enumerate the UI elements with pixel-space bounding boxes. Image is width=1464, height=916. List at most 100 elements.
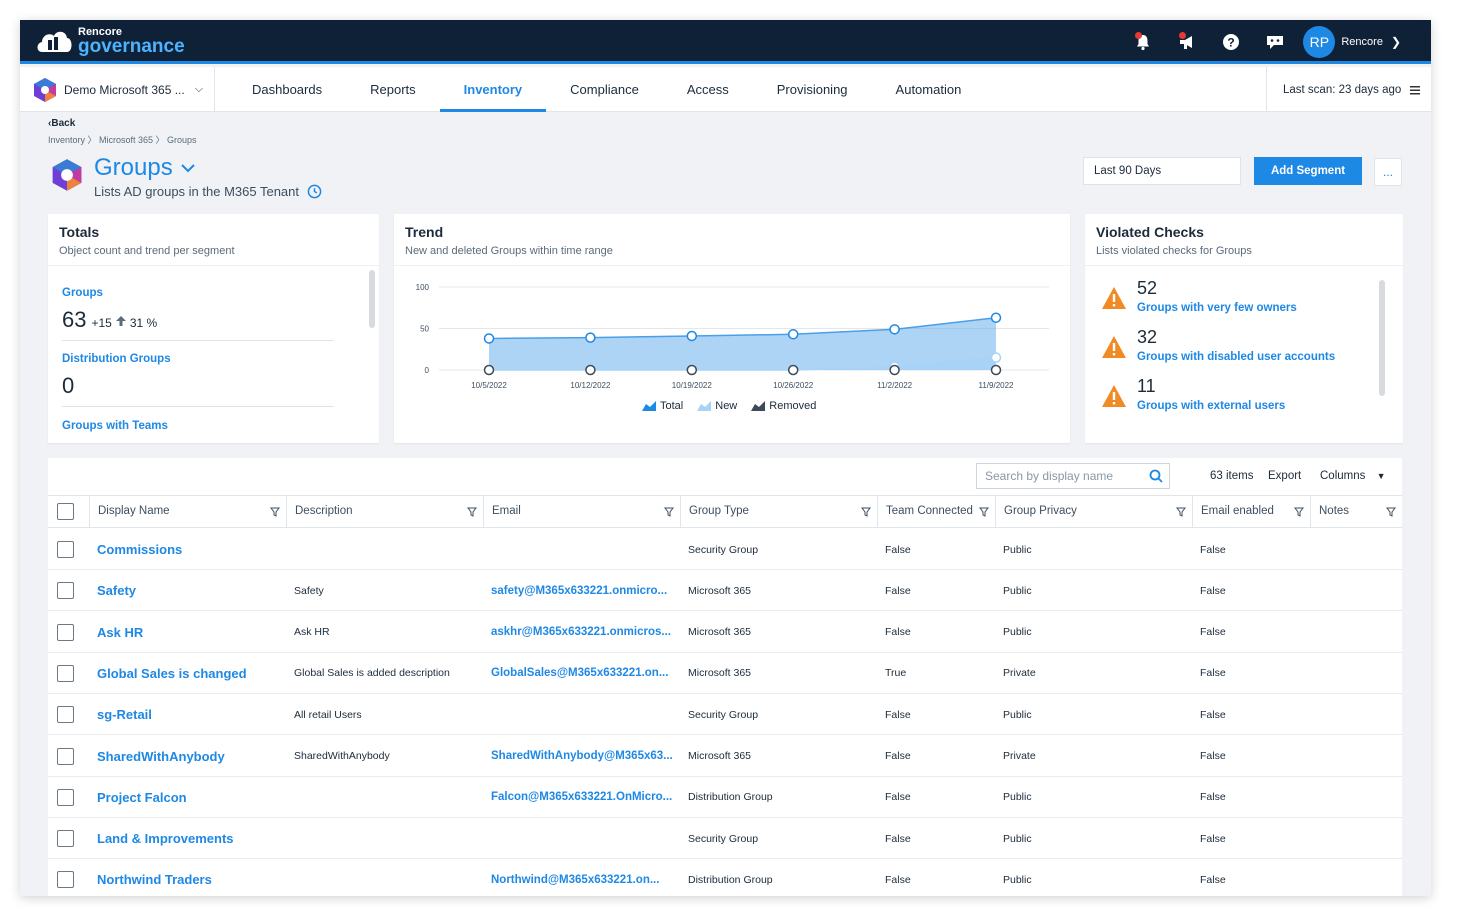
cell-email[interactable]: safety@M365x633221.onmicro... xyxy=(491,570,676,611)
cell-display-name[interactable]: Northwind Traders xyxy=(97,859,282,896)
user-avatar[interactable]: RP xyxy=(1303,26,1336,58)
tab-reports[interactable]: Reports xyxy=(346,67,440,112)
chevron-down-icon[interactable] xyxy=(180,163,195,173)
add-segment-button[interactable]: Add Segment xyxy=(1254,157,1362,185)
filter-icon[interactable] xyxy=(1294,507,1304,517)
tab-access[interactable]: Access xyxy=(663,67,753,112)
totals-scrollbar[interactable] xyxy=(369,270,375,328)
export-button[interactable]: Export xyxy=(1268,470,1301,482)
totals-groups-label[interactable]: Groups xyxy=(62,287,103,299)
cell-email[interactable]: GlobalSales@M365x633221.on... xyxy=(491,653,676,694)
back-link[interactable]: ‹Back xyxy=(48,118,75,129)
table-row[interactable]: Safety Safety safety@M365x633221.onmicro..… xyxy=(48,570,1402,612)
cell-display-name[interactable]: Global Sales is changed xyxy=(97,653,282,694)
cell-email[interactable] xyxy=(491,818,676,859)
notification-bell-icon[interactable] xyxy=(1121,20,1165,64)
violated-item[interactable]: 11 Groups with external users xyxy=(1101,376,1285,412)
tab-inventory[interactable]: Inventory xyxy=(439,67,547,112)
row-checkbox[interactable] xyxy=(57,747,74,765)
filter-icon[interactable] xyxy=(270,507,280,517)
cell-display-name[interactable]: Ask HR xyxy=(97,612,282,653)
row-checkbox[interactable] xyxy=(57,788,74,806)
header-email[interactable]: Email xyxy=(483,496,680,527)
violated-item[interactable]: 32 Groups with disabled user accounts xyxy=(1101,327,1335,363)
page-title[interactable]: Groups xyxy=(94,154,195,182)
violated-item[interactable]: 52 Groups with very few owners xyxy=(1101,278,1297,314)
table-row[interactable]: Northwind Traders Northwind@M365x633221.o… xyxy=(48,859,1402,896)
breadcrumb[interactable]: Inventory 〉 Microsoft 365 〉 Groups xyxy=(48,133,197,146)
row-checkbox[interactable] xyxy=(57,582,74,600)
cell-display-name[interactable]: Safety xyxy=(97,570,282,611)
tenant-selector[interactable]: Demo Microsoft 365 ... ⌵ xyxy=(20,67,215,112)
header-group-privacy[interactable]: Group Privacy xyxy=(995,496,1192,527)
table-row[interactable]: Global Sales is changed Global Sales is a… xyxy=(48,653,1402,694)
totals-teams-label[interactable]: Groups with Teams xyxy=(62,420,168,432)
table-row[interactable]: Project Falcon Falcon@M365x633221.OnMicro… xyxy=(48,777,1402,818)
date-range-select[interactable]: Last 90 Days xyxy=(1083,157,1241,185)
tab-compliance[interactable]: Compliance xyxy=(546,67,663,112)
help-icon[interactable]: ? xyxy=(1209,20,1253,64)
select-all-checkbox[interactable] xyxy=(57,503,74,520)
violated-link[interactable]: Groups with very few owners xyxy=(1137,302,1297,314)
row-checkbox[interactable] xyxy=(57,664,74,682)
table-row[interactable]: sg-Retail All retail Users Security Group F… xyxy=(48,694,1402,736)
table-row[interactable]: Ask HR Ask HR askhr@M365x633221.onmicros..… xyxy=(48,612,1402,653)
filter-icon[interactable] xyxy=(1176,507,1186,517)
user-name[interactable]: Rencore xyxy=(1341,36,1383,48)
cell-display-name[interactable]: Land & Improvements xyxy=(97,818,282,859)
header-display-name[interactable]: Display Name xyxy=(89,496,286,527)
header-email-enabled[interactable]: Email enabled xyxy=(1192,496,1310,527)
filter-icon[interactable] xyxy=(467,507,477,517)
history-icon[interactable] xyxy=(307,184,322,199)
table-row[interactable]: SharedWithAnybody SharedWithAnybody Shared… xyxy=(48,736,1402,777)
header-notes[interactable]: Notes xyxy=(1310,496,1402,527)
announcement-megaphone-icon[interactable] xyxy=(1165,20,1209,64)
cell-display-name[interactable]: sg-Retail xyxy=(97,694,282,735)
feedback-icon[interactable] xyxy=(1253,20,1297,64)
columns-dropdown[interactable]: Columns ▼ xyxy=(1320,470,1386,482)
legend-new[interactable]: New xyxy=(697,400,737,412)
cell-email[interactable]: Falcon@M365x633221.OnMicro... xyxy=(491,777,676,818)
row-checkbox[interactable] xyxy=(57,706,74,724)
tab-provisioning[interactable]: Provisioning xyxy=(753,67,872,112)
header-team-connected[interactable]: Team Connected xyxy=(877,496,995,527)
totals-distribution-label[interactable]: Distribution Groups xyxy=(62,353,171,365)
cell-email[interactable]: SharedWithAnybody@M365x63... xyxy=(491,736,676,777)
filter-icon[interactable] xyxy=(861,507,871,517)
table-row[interactable]: Commissions Security Group False Public Fals… xyxy=(48,529,1402,570)
row-checkbox[interactable] xyxy=(57,871,74,889)
violated-link[interactable]: Groups with disabled user accounts xyxy=(1137,351,1335,363)
cell-display-name[interactable]: SharedWithAnybody xyxy=(97,736,282,777)
filter-icon[interactable] xyxy=(1386,507,1396,517)
last-scan[interactable]: Last scan: 23 days ago xyxy=(1266,67,1431,112)
more-options-button[interactable]: ... xyxy=(1374,158,1402,186)
search-input[interactable]: Search by display name xyxy=(976,463,1170,489)
row-checkbox[interactable] xyxy=(57,830,74,848)
header-description[interactable]: Description xyxy=(286,496,483,527)
filter-icon[interactable] xyxy=(979,507,989,517)
filter-icon[interactable] xyxy=(664,507,674,517)
legend-removed[interactable]: Removed xyxy=(751,400,816,412)
x-tick-label: 10/19/2022 xyxy=(672,381,713,390)
cell-email[interactable]: Northwind@M365x633221.on... xyxy=(491,859,676,896)
scan-menu-icon[interactable] xyxy=(1409,84,1421,96)
tab-automation[interactable]: Automation xyxy=(872,67,986,112)
cell-email[interactable] xyxy=(491,694,676,735)
cell-display-name[interactable]: Commissions xyxy=(97,529,282,570)
app-logo[interactable]: Rencore governance xyxy=(34,26,185,56)
removed-data-point xyxy=(889,364,900,376)
cell-email[interactable] xyxy=(491,529,676,570)
row-checkbox[interactable] xyxy=(57,623,74,641)
tab-dashboards[interactable]: Dashboards xyxy=(228,67,346,112)
cell-display-name[interactable]: Project Falcon xyxy=(97,777,282,818)
violated-scrollbar[interactable] xyxy=(1379,280,1385,396)
table-row[interactable]: Land & Improvements Security Group False Pu… xyxy=(48,818,1402,860)
row-checkbox[interactable] xyxy=(57,541,74,558)
violated-link[interactable]: Groups with external users xyxy=(1137,400,1285,412)
chevron-down-icon[interactable]: ⌵ xyxy=(195,83,203,96)
legend-total[interactable]: Total xyxy=(642,400,683,412)
cell-email[interactable]: askhr@M365x633221.onmicros... xyxy=(491,612,676,653)
search-icon[interactable] xyxy=(1149,469,1163,483)
chevron-down-icon[interactable]: ❯ xyxy=(1391,35,1401,49)
header-group-type[interactable]: Group Type xyxy=(680,496,877,527)
